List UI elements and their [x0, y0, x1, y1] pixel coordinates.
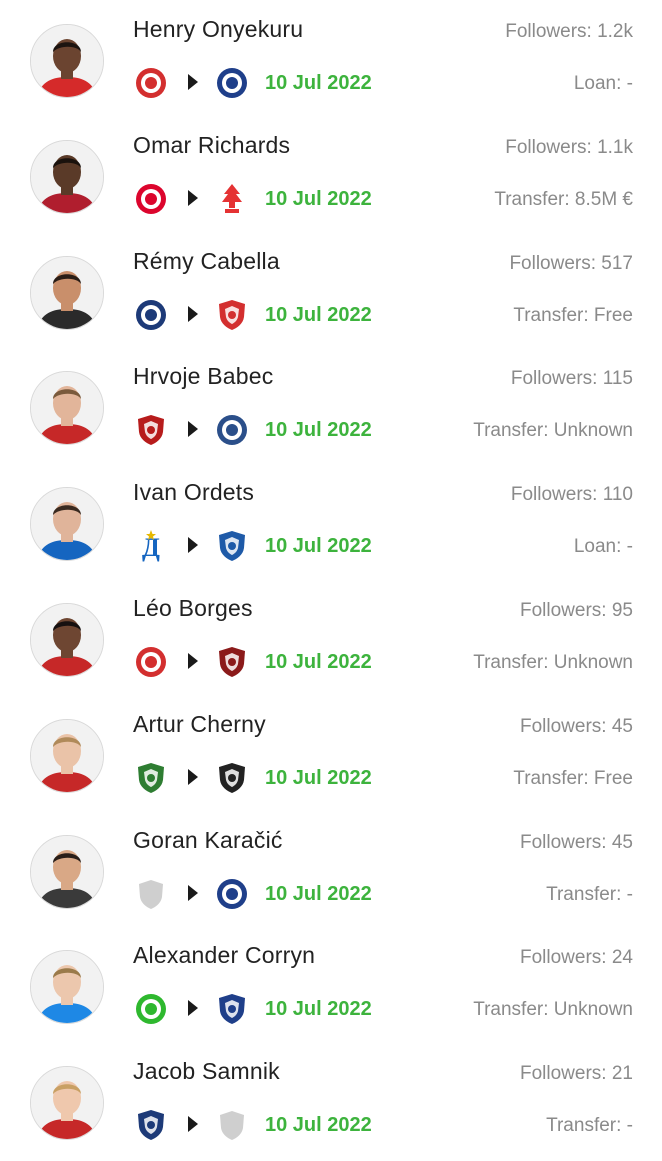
transfer-row[interactable]: Rémy Cabella Followers: 517 10 Jul 2022 Tra… [0, 232, 662, 348]
player-avatar[interactable] [30, 834, 104, 909]
player-name[interactable]: Artur Cherny [133, 711, 266, 738]
player-avatar[interactable] [30, 24, 104, 98]
transfer-type: Transfer: 8.5M € [494, 188, 633, 210]
player-name[interactable]: Omar Richards [133, 132, 290, 159]
transfer-type: Loan: - [573, 73, 633, 94]
bayern-munich-crest-icon[interactable] [134, 182, 168, 216]
transfer-row[interactable]: Hrvoje Babec Followers: 115 10 Jul 2022 Tra… [0, 347, 662, 463]
followers-count: Followers: 115 [510, 368, 633, 390]
transfer-date: 10 Jul 2022 [265, 72, 372, 94]
arrow-right-icon [186, 536, 200, 554]
transfer-date: 10 Jul 2022 [265, 419, 372, 442]
followers-count: Followers: 45 [520, 831, 633, 853]
player-avatar[interactable] [30, 1066, 104, 1141]
nottingham-forest-crest-icon[interactable] [215, 182, 249, 216]
adana-demirspor-crest-icon[interactable] [215, 66, 249, 100]
followers-count: Followers: 24 [520, 947, 633, 969]
transfer-type: Transfer: Free [513, 304, 633, 326]
arrow-right-icon [186, 420, 200, 438]
player-name[interactable]: Rémy Cabella [133, 248, 280, 275]
montpellier-crest-icon[interactable] [134, 298, 168, 332]
lokomotiv-moscow-crest-icon[interactable] [134, 761, 168, 795]
arrow-right-icon [186, 73, 200, 91]
player-name[interactable]: Goran Karačić [133, 827, 283, 854]
transfer-type: Transfer: Unknown [473, 420, 633, 442]
transfer-date: 10 Jul 2022 [265, 882, 372, 905]
player-avatar[interactable] [30, 950, 104, 1025]
player-avatar[interactable] [30, 255, 104, 330]
transfer-row[interactable]: Ivan Ordets Followers: 110 Д 10 Jul 2022 Loa… [0, 463, 662, 579]
player-name[interactable]: Ivan Ordets [133, 479, 254, 506]
arrow-right-icon [186, 1115, 200, 1133]
unknown-club-crest-icon[interactable] [215, 1108, 249, 1142]
player-avatar[interactable] [30, 487, 104, 562]
arrow-right-icon [186, 189, 200, 207]
lommel-crest-icon[interactable] [134, 992, 168, 1026]
adana-demirspor-crest-icon[interactable] [215, 877, 249, 911]
followers-count: Followers: 45 [520, 715, 633, 737]
followers-count: Followers: 517 [509, 252, 633, 274]
transfer-list: Henry Onyekuru Followers: 1.2k 10 Jul 2022… [0, 0, 662, 1158]
player-name[interactable]: Henry Onyekuru [133, 16, 303, 43]
transfer-date: 10 Jul 2022 [265, 1114, 372, 1137]
transfer-row[interactable]: Omar Richards Followers: 1.1k 10 Jul 2022 T… [0, 116, 662, 232]
transfer-date: 10 Jul 2022 [265, 998, 372, 1021]
transfer-type: Transfer: - [546, 1115, 633, 1137]
internacional-crest-icon[interactable] [134, 645, 168, 679]
followers-count: Followers: 1.1k [505, 136, 633, 158]
transfer-row[interactable]: Goran Karačić Followers: 45 10 Jul 2022 Tra… [0, 811, 662, 927]
transfer-type: Transfer: Unknown [473, 651, 633, 673]
transfer-type: Transfer: Unknown [473, 999, 633, 1021]
transfer-date: 10 Jul 2022 [265, 535, 372, 558]
transfer-type: Loan: - [573, 536, 633, 558]
lille-crest-icon[interactable] [215, 298, 249, 332]
player-name[interactable]: Hrvoje Babec [133, 363, 273, 390]
transfer-type: Transfer: - [546, 883, 633, 905]
transfer-date: 10 Jul 2022 [265, 766, 372, 789]
dynamo-moscow-crest-icon[interactable]: Д [134, 529, 168, 563]
followers-count: Followers: 110 [510, 484, 633, 506]
followers-count: Followers: 21 [520, 1063, 633, 1085]
transfer-date: 10 Jul 2022 [265, 303, 372, 326]
transfer-date: 10 Jul 2022 [265, 650, 372, 673]
player-avatar[interactable] [30, 371, 104, 446]
transfer-row[interactable]: Alexander Corryn Followers: 24 10 Jul 2022… [0, 926, 662, 1042]
arrow-right-icon [186, 305, 200, 323]
rizespor-crest-icon[interactable] [215, 413, 249, 447]
player-name[interactable]: Léo Borges [133, 595, 253, 622]
player-avatar[interactable] [30, 139, 104, 214]
player-name[interactable]: Jacob Samnik [133, 1058, 280, 1085]
westerlo-crest-icon[interactable] [215, 992, 249, 1026]
player-name[interactable]: Alexander Corryn [133, 942, 315, 969]
hacken-crest-icon[interactable] [134, 1108, 168, 1142]
unknown-club-crest-icon[interactable] [134, 877, 168, 911]
arrow-right-icon [186, 884, 200, 902]
gorica-crest-icon[interactable] [134, 413, 168, 447]
arrow-right-icon [186, 768, 200, 786]
khimki-crest-icon[interactable] [215, 761, 249, 795]
vfl-bochum-crest-icon[interactable] [215, 529, 249, 563]
transfer-row[interactable]: Jacob Samnik Followers: 21 10 Jul 2022 Tran… [0, 1042, 662, 1158]
followers-count: Followers: 1.2k [505, 21, 633, 42]
arrow-right-icon [186, 652, 200, 670]
player-avatar[interactable] [30, 602, 104, 677]
followers-count: Followers: 95 [520, 599, 633, 621]
transfer-date: 10 Jul 2022 [265, 187, 372, 210]
olympiacos-crest-icon[interactable] [134, 66, 168, 100]
transfer-row[interactable]: Artur Cherny Followers: 45 10 Jul 2022 Tran… [0, 695, 662, 811]
transfer-row[interactable]: Henry Onyekuru Followers: 1.2k 10 Jul 2022… [0, 0, 662, 116]
pogon-szczecin-crest-icon[interactable] [215, 645, 249, 679]
arrow-right-icon [186, 999, 200, 1017]
transfer-type: Transfer: Free [513, 767, 633, 789]
transfer-row[interactable]: Léo Borges Followers: 95 10 Jul 2022 Transf… [0, 579, 662, 695]
player-avatar[interactable] [30, 718, 104, 793]
